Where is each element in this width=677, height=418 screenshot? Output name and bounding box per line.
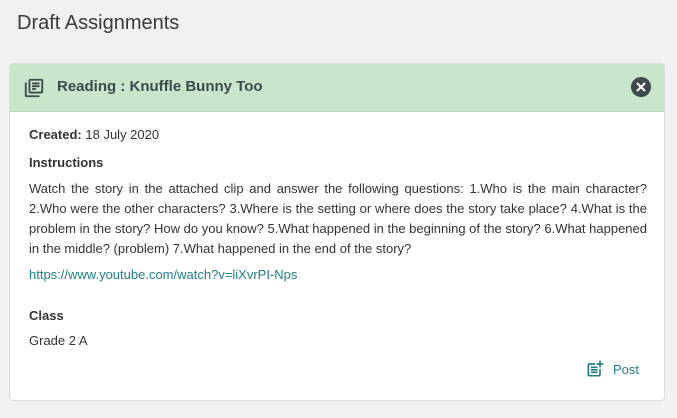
assignment-card: Reading : Knuffle Bunny Too Created: 18 … xyxy=(9,63,665,401)
instructions-text: Watch the story in the attached clip and… xyxy=(29,181,647,256)
close-button[interactable] xyxy=(631,77,651,97)
close-icon xyxy=(636,82,646,92)
created-date: 18 July 2020 xyxy=(85,127,160,142)
instructions-label: Instructions xyxy=(29,155,104,170)
page-title: Draft Assignments xyxy=(17,12,180,34)
assignment-card-header: Reading : Knuffle Bunny Too xyxy=(10,64,664,112)
post-add-icon xyxy=(587,360,604,377)
assignment-title: Reading : Knuffle Bunny Too xyxy=(57,78,263,95)
class-label: Class xyxy=(29,308,64,323)
created-row: Created: 18 July 2020 xyxy=(29,127,159,142)
video-link[interactable]: https://www.youtube.com/watch?v=liXvrPI-… xyxy=(29,267,297,282)
class-value: Grade 2 A xyxy=(29,333,88,348)
created-label: Created: xyxy=(29,127,82,142)
library-books-icon xyxy=(23,77,45,99)
post-button[interactable]: Post xyxy=(585,357,639,381)
post-label: Post xyxy=(613,361,640,377)
